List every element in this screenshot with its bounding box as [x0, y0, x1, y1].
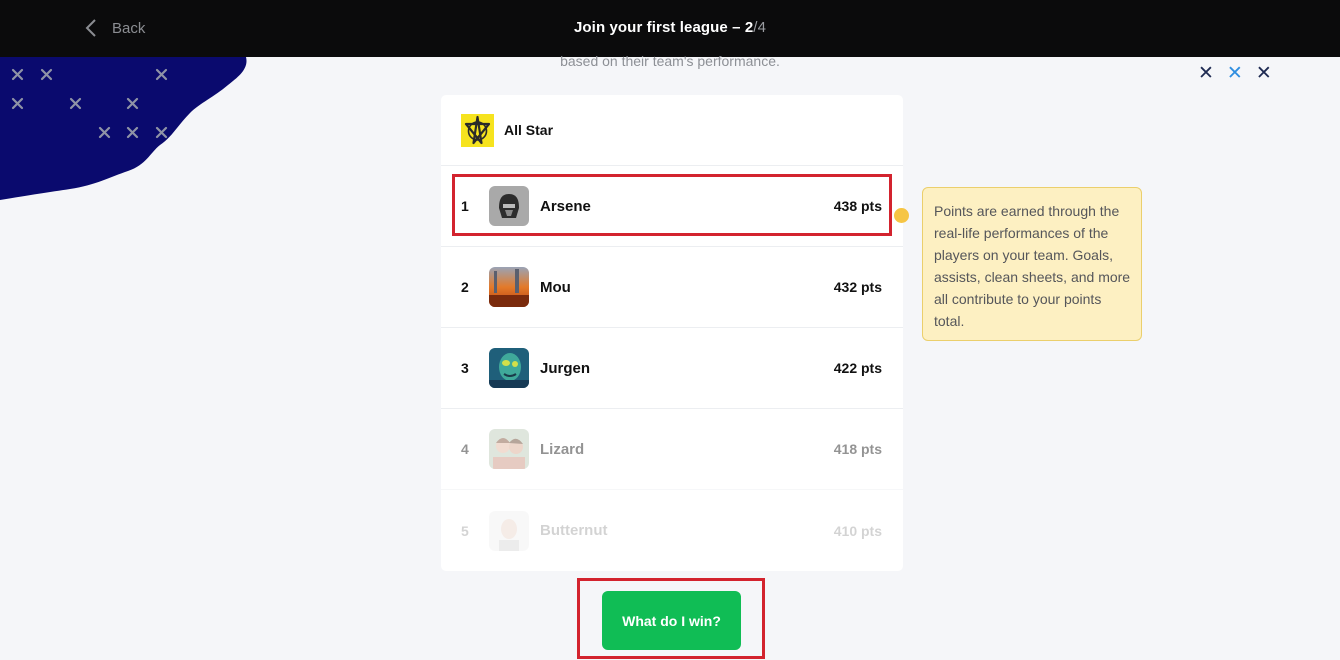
row-rank: 5 — [461, 522, 469, 539]
player-avatar — [489, 348, 529, 388]
page-title: Join your first league – 2/4 — [0, 19, 1340, 36]
league-row[interactable]: 2 Mou 432 pts — [441, 247, 903, 328]
tooltip-pointer-dot — [894, 208, 909, 223]
player-points: 410 pts — [833, 522, 882, 539]
player-name: Lizard — [540, 440, 585, 458]
decorative-blob — [0, 57, 247, 200]
player-avatar — [489, 510, 529, 551]
league-row[interactable]: 4 Lizard 418 pts — [441, 409, 903, 490]
league-logo-icon — [461, 113, 494, 147]
player-points: 418 pts — [833, 441, 882, 457]
row-rank: 2 — [461, 279, 469, 295]
league-name: All Star — [504, 122, 554, 138]
top-bar: Back Join your first league – 2/4 — [0, 0, 1340, 57]
league-row[interactable]: 3 Jurgen 422 pts — [441, 328, 903, 409]
player-points: 422 pts — [833, 360, 882, 376]
title-step: Join your first league – 2 — [573, 19, 754, 36]
row-rank: 4 — [461, 441, 469, 457]
row-rank: 3 — [461, 360, 469, 376]
title-step-total: /4 — [753, 19, 767, 36]
player-name: Mou — [540, 278, 571, 296]
league-row[interactable]: 5 Butternut 410 pts — [441, 490, 903, 571]
player-points: 438 pts — [833, 198, 882, 214]
league-row[interactable]: 1 Arsene 438 pts — [441, 166, 903, 247]
league-table-card: All Star 1 Arsene 438 pts 2 Mou 432 pts … — [441, 95, 903, 571]
player-avatar — [489, 429, 529, 469]
row-rank: 1 — [461, 198, 469, 214]
player-points: 432 pts — [833, 279, 882, 295]
player-name: Jurgen — [540, 359, 591, 377]
points-tooltip: Points are earned through the real-life … — [922, 187, 1142, 341]
page-subtitle: based on their team's performance. — [560, 53, 780, 69]
player-avatar — [489, 186, 529, 226]
player-avatar — [489, 267, 529, 307]
player-name: Arsene — [540, 197, 591, 215]
what-do-i-win-button[interactable]: What do I win? — [602, 591, 741, 650]
league-header: All Star — [441, 95, 903, 166]
player-name: Butternut — [540, 522, 608, 539]
